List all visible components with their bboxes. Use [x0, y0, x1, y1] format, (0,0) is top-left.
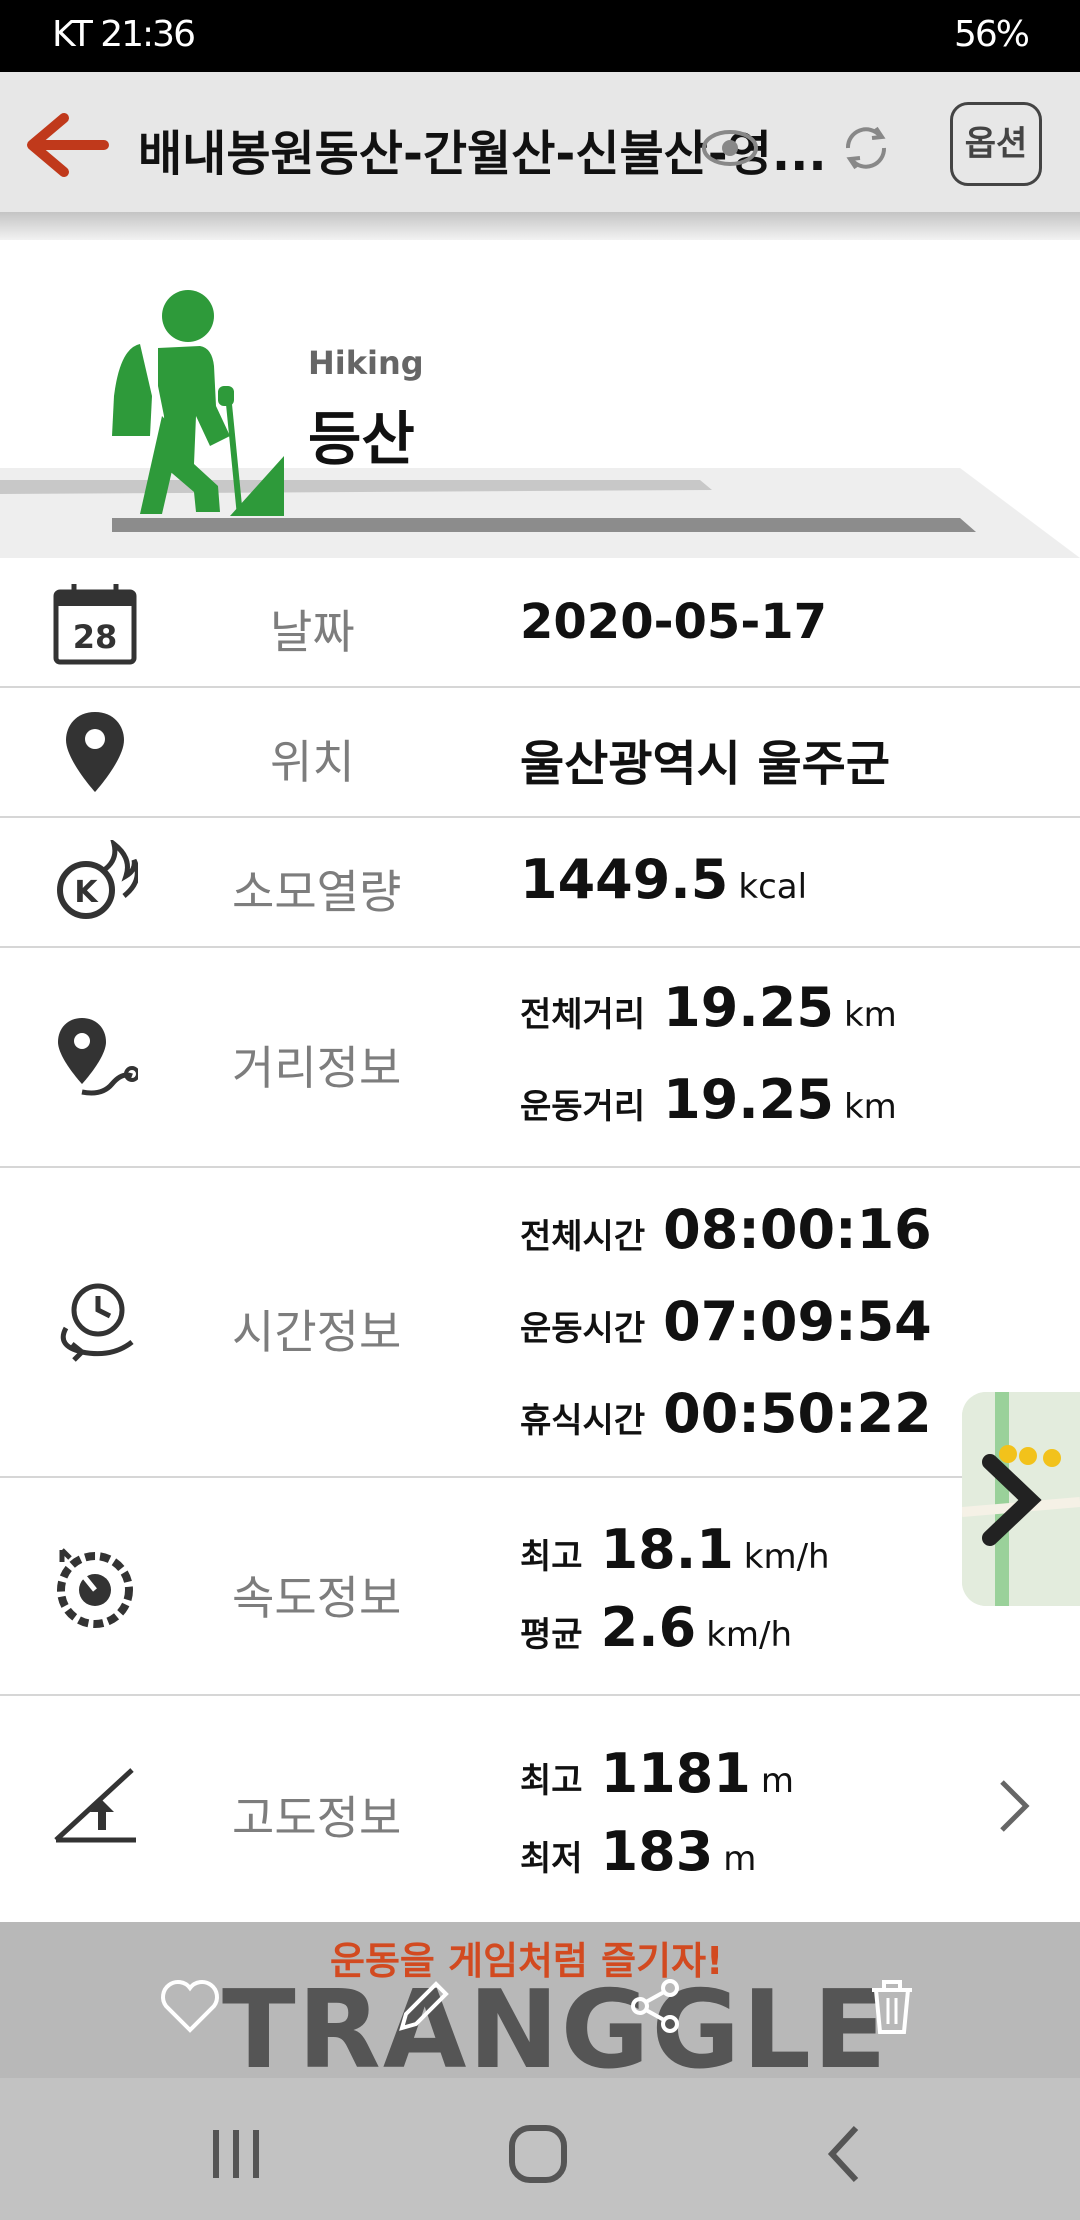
- location-label: 위치: [270, 735, 355, 789]
- active-distance-value: 19.25: [663, 1068, 834, 1131]
- avg-speed-value: 2.6: [600, 1596, 697, 1659]
- calories-value-group: 1449.5 kcal: [520, 848, 807, 911]
- map-preview-graphic: [962, 1392, 1080, 1606]
- svg-text:28: 28: [73, 618, 118, 656]
- max-speed-line: 최고 18.1 km/h: [520, 1518, 830, 1581]
- status-left: KT 21:36: [52, 14, 196, 55]
- date-row: 28 날짜 2020-05-17: [0, 558, 1080, 688]
- total-time-line: 전체시간 08:00:16: [520, 1198, 932, 1261]
- total-distance-label: 전체거리: [520, 995, 646, 1035]
- altitude-row[interactable]: 고도정보 최고 1181 m 최저 183 m: [0, 1696, 1080, 1922]
- total-distance-unit: km: [843, 995, 897, 1035]
- max-altitude-unit: m: [760, 1761, 794, 1801]
- rest-time-value: 00:50:22: [663, 1382, 932, 1445]
- min-altitude-unit: m: [723, 1839, 757, 1879]
- altitude-icon: [54, 1768, 136, 1843]
- time-label: 시간정보: [232, 1305, 402, 1359]
- total-distance-value: 19.25: [663, 976, 834, 1039]
- home-icon[interactable]: [498, 2122, 578, 2186]
- avg-speed-line: 평균 2.6 km/h: [520, 1596, 792, 1659]
- app-bar-shadow: [0, 212, 1080, 240]
- active-time-line: 운동시간 07:09:54: [520, 1290, 932, 1353]
- recent-apps-icon[interactable]: [196, 2122, 276, 2186]
- calories-unit: kcal: [738, 867, 808, 907]
- brand-logo: TRANGGLE: [222, 1968, 889, 2093]
- distance-label: 거리정보: [232, 1041, 402, 1095]
- option-button[interactable]: 옵션: [950, 102, 1042, 186]
- max-speed-unit: km/h: [743, 1537, 830, 1577]
- active-distance-line: 운동거리 19.25 km: [520, 1068, 897, 1131]
- total-distance-line: 전체거리 19.25 km: [520, 976, 897, 1039]
- active-distance-label: 운동거리: [520, 1087, 646, 1127]
- back-arrow-icon[interactable]: [24, 110, 124, 180]
- back-nav-icon[interactable]: [804, 2122, 884, 2186]
- calories-label: 소모열량: [232, 865, 402, 919]
- min-altitude-value: 183: [600, 1820, 714, 1883]
- battery-level: 56%: [953, 14, 1030, 55]
- system-nav-bar: [0, 2078, 1080, 2220]
- hiker-icon: [112, 290, 284, 516]
- speed-row[interactable]: 속도정보 최고 18.1 km/h 평균 2.6 km/h: [0, 1478, 1080, 1696]
- share-icon[interactable]: [624, 1974, 688, 2038]
- total-time-label: 전체시간: [520, 1217, 646, 1257]
- avg-speed-unit: km/h: [706, 1615, 793, 1655]
- speedometer-icon: [57, 1548, 133, 1628]
- bottom-toolbar: 운동을 게임처럼 즐기자! TRANGGLE: [0, 1922, 1080, 2093]
- rest-time-line: 휴식시간 00:50:22: [520, 1382, 932, 1445]
- min-altitude-line: 최저 183 m: [520, 1820, 756, 1883]
- min-altitude-label: 최저: [520, 1839, 583, 1879]
- activity-type-en: Hiking: [308, 344, 424, 382]
- active-time-label: 운동시간: [520, 1309, 646, 1349]
- calendar-icon: 28: [53, 584, 137, 665]
- route-pin-icon: [58, 1018, 138, 1096]
- app-bar: 배내봉원동산-간월산-신불산-영... 옵션: [0, 72, 1080, 212]
- activity-header: Hiking 등산: [0, 240, 1080, 558]
- time-row: 시간정보 전체시간 08:00:16 운동시간 07:09:54 휴식시간 00:50…: [0, 1168, 1080, 1478]
- total-time-value: 08:00:16: [663, 1198, 932, 1261]
- edit-pencil-icon[interactable]: [392, 1974, 456, 2038]
- max-speed-value: 18.1: [600, 1518, 734, 1581]
- map-thumbnail[interactable]: [962, 1392, 1080, 1606]
- avg-speed-label: 평균: [520, 1615, 583, 1655]
- clock-icon: [60, 1283, 134, 1362]
- trash-icon[interactable]: [860, 1974, 924, 2038]
- heart-icon[interactable]: [158, 1974, 222, 2038]
- rest-time-label: 휴식시간: [520, 1401, 646, 1441]
- activity-type-ko: 등산: [308, 405, 415, 473]
- active-distance-unit: km: [843, 1087, 897, 1127]
- max-speed-label: 최고: [520, 1537, 583, 1577]
- calorie-flame-icon: K: [57, 840, 138, 919]
- altitude-label: 고도정보: [232, 1791, 402, 1845]
- max-altitude-value: 1181: [600, 1742, 751, 1805]
- sync-icon[interactable]: [836, 118, 896, 178]
- status-bar: KT 21:36 56%: [0, 0, 1080, 72]
- eye-icon[interactable]: [700, 118, 760, 178]
- location-pin-icon: [66, 712, 124, 792]
- distance-row: 거리정보 전체거리 19.25 km 운동거리 19.25 km: [0, 948, 1080, 1168]
- calories-row: K 소모열량 1449.5 kcal: [0, 818, 1080, 948]
- svg-text:K: K: [74, 875, 99, 910]
- date-value: 2020-05-17: [520, 594, 828, 650]
- active-time-value: 07:09:54: [663, 1290, 932, 1353]
- location-value: 울산광역시 울주군: [520, 736, 890, 792]
- calories-value: 1449.5: [520, 848, 729, 911]
- max-altitude-line: 최고 1181 m: [520, 1742, 794, 1805]
- speed-label: 속도정보: [232, 1571, 402, 1625]
- date-label: 날짜: [270, 605, 355, 659]
- chevron-right-icon[interactable]: [994, 1776, 1034, 1836]
- max-altitude-label: 최고: [520, 1761, 583, 1801]
- location-row: 위치 울산광역시 울주군: [0, 688, 1080, 818]
